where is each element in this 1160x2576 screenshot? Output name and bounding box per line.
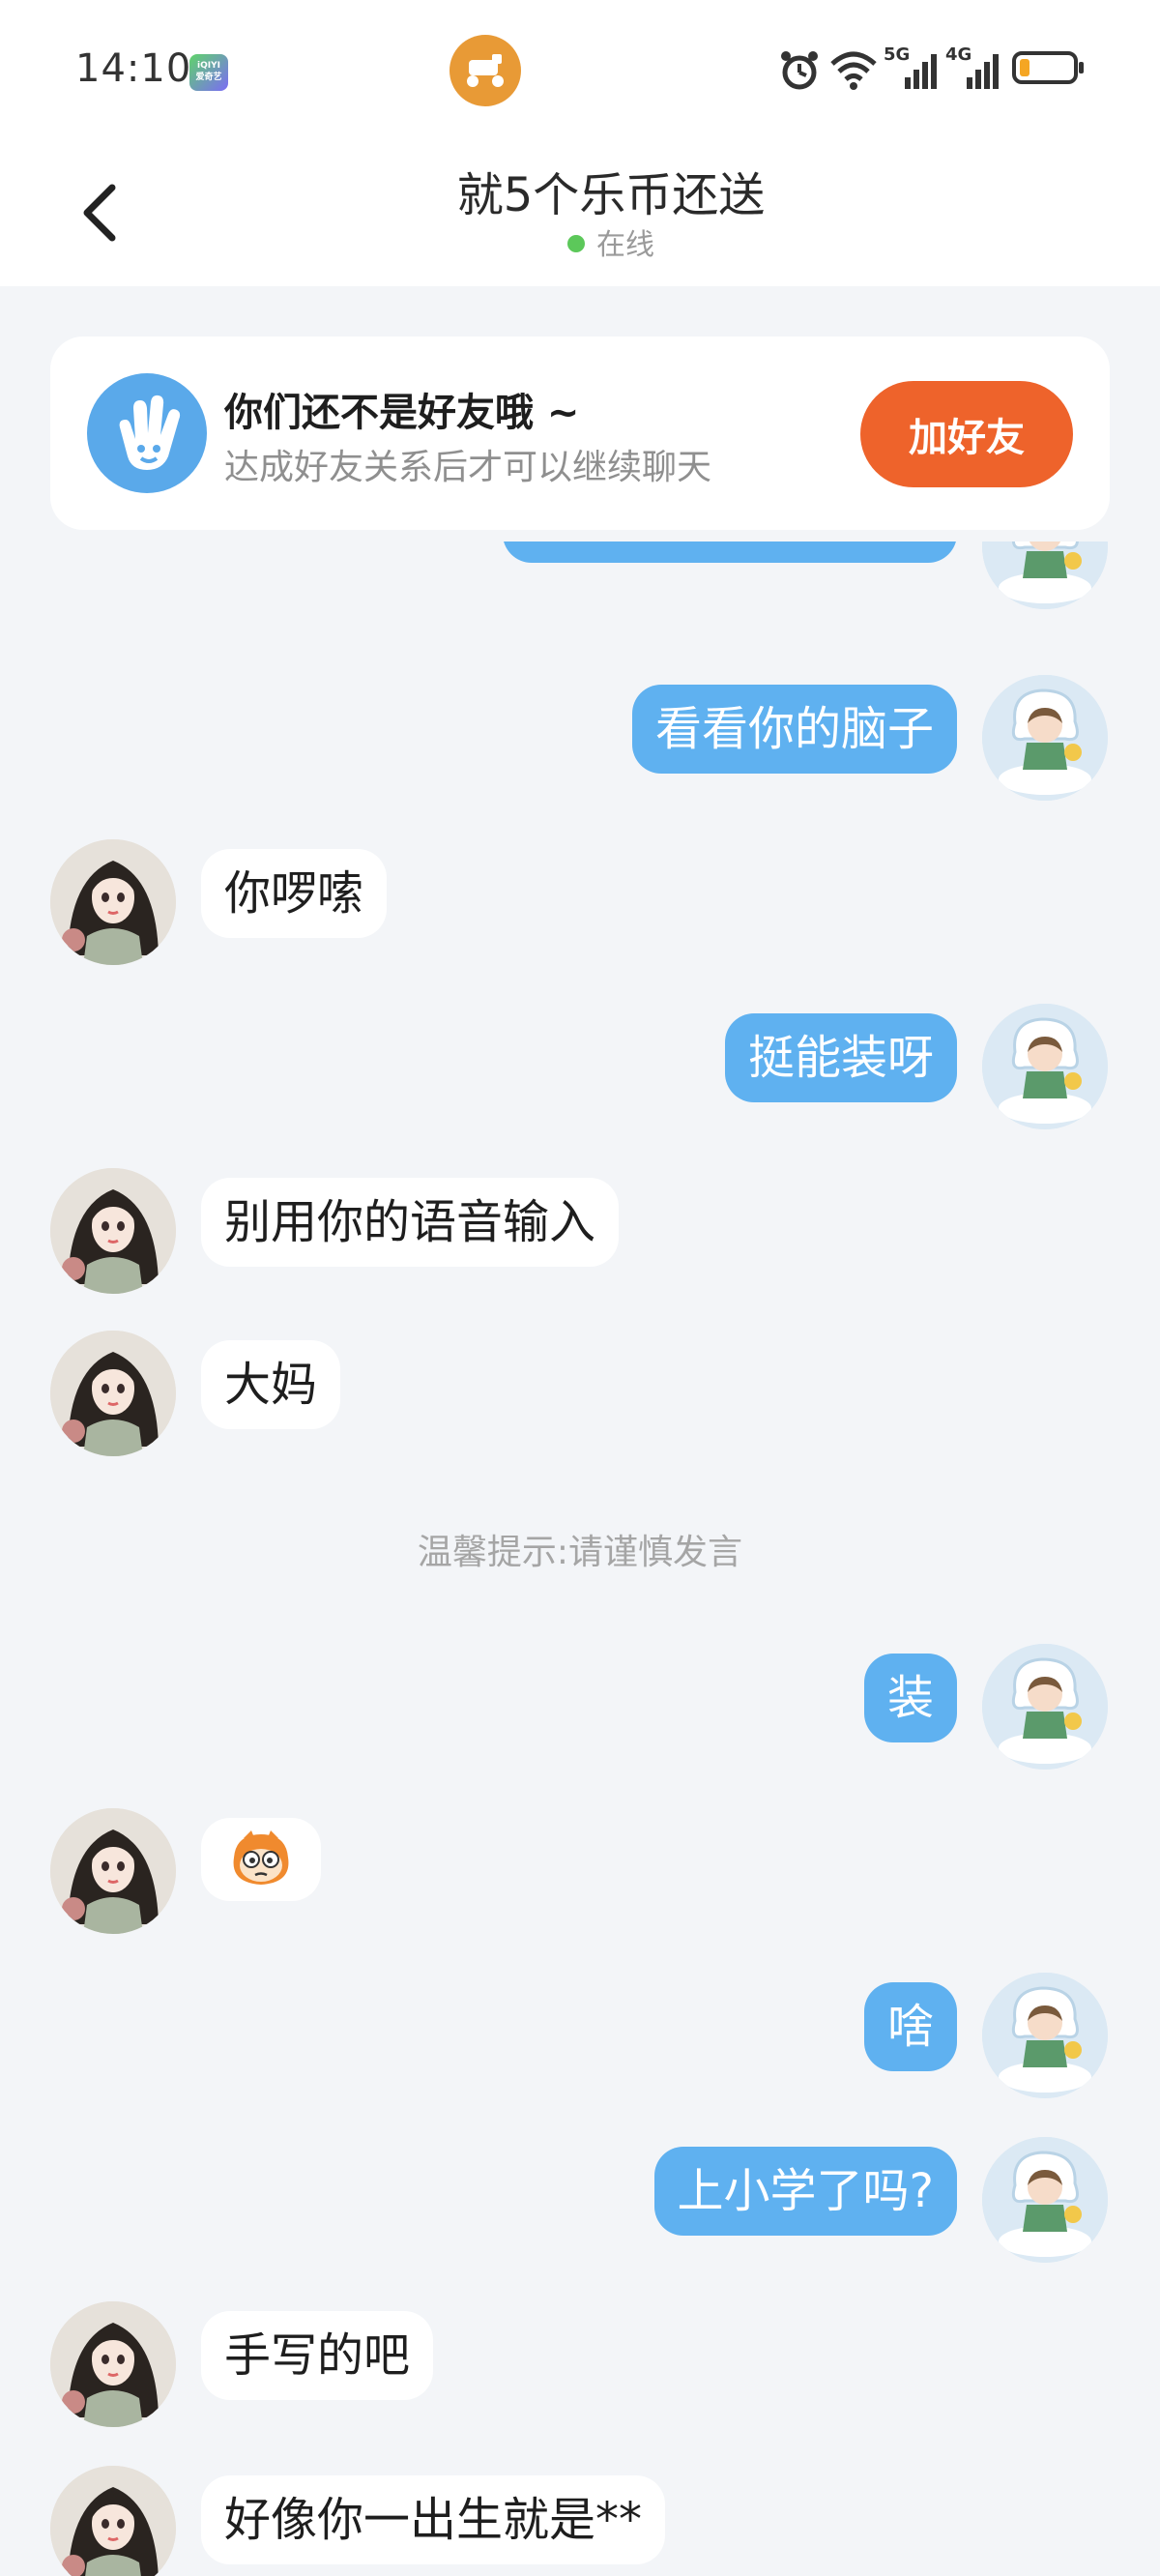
contact-avatar-image bbox=[50, 1168, 176, 1294]
notice-subtitle: 达成好友关系后才可以继续聊天 bbox=[224, 448, 712, 487]
online-status: 在线 bbox=[0, 220, 1160, 263]
message-bubble[interactable]: 挺能装呀 bbox=[724, 1013, 957, 1102]
my-avatar[interactable] bbox=[982, 2137, 1108, 2263]
message-text: 看看你的脑子 bbox=[654, 702, 934, 756]
contact-avatar-image bbox=[50, 839, 176, 965]
message-row bbox=[0, 1808, 1160, 1934]
message-bubble[interactable]: 你啰嗦 bbox=[201, 849, 388, 938]
online-dot-icon bbox=[567, 235, 585, 252]
add-friend-button[interactable]: 加好友 bbox=[860, 381, 1073, 487]
chat-header: 就5个乐币还送 在线 bbox=[0, 135, 1160, 286]
message-bubble-partial[interactable] bbox=[503, 542, 957, 563]
message-text: 挺能装呀 bbox=[747, 1031, 934, 1085]
my-avatar-image bbox=[982, 1973, 1108, 2098]
contact-avatar[interactable] bbox=[50, 1808, 176, 1934]
notice-title: 你们还不是好友哦 ~ bbox=[224, 391, 580, 435]
message-text: 装 bbox=[886, 1671, 934, 1725]
message-text: 上小学了吗? bbox=[677, 2164, 934, 2218]
contact-avatar-image bbox=[50, 2301, 176, 2427]
status-time: 14:10 bbox=[75, 46, 192, 91]
message-text: 好像你一出生就是** bbox=[224, 2493, 643, 2547]
message-row: 手写的吧 bbox=[0, 2301, 1160, 2427]
contact-avatar[interactable] bbox=[50, 2301, 176, 2427]
my-avatar-image bbox=[982, 1644, 1108, 1770]
scooter-icon bbox=[450, 35, 521, 106]
message-bubble[interactable] bbox=[201, 1818, 321, 1901]
my-avatar[interactable] bbox=[982, 1004, 1108, 1129]
contact-avatar-image bbox=[50, 1808, 176, 1934]
page-title: 就5个乐币还送 bbox=[456, 168, 766, 222]
my-avatar-image bbox=[982, 542, 1108, 609]
message-bubble[interactable]: 好像你一出生就是** bbox=[201, 2475, 666, 2564]
my-avatar[interactable] bbox=[982, 1644, 1108, 1770]
iqiyi-app-icon: iQIYI 爱奇艺 bbox=[189, 54, 228, 91]
message-row: 看看你的脑子 bbox=[0, 675, 1160, 801]
monkey-face-emoji bbox=[233, 1830, 289, 1885]
contact-avatar[interactable] bbox=[50, 2466, 176, 2576]
signal-5g-icon: 5G bbox=[884, 44, 942, 97]
message-text: 你啰嗦 bbox=[224, 866, 364, 921]
message-bubble[interactable]: 看看你的脑子 bbox=[631, 685, 957, 774]
battery-icon bbox=[1011, 48, 1085, 91]
message-row: 大妈 bbox=[0, 1331, 1160, 1456]
contact-avatar[interactable] bbox=[50, 1168, 176, 1294]
message-row: 啥 bbox=[0, 1973, 1160, 2098]
my-avatar[interactable] bbox=[982, 1973, 1108, 2098]
message-bubble[interactable]: 上小学了吗? bbox=[653, 2147, 957, 2236]
message-text: 啥 bbox=[886, 2000, 934, 2054]
message-row: 装 bbox=[0, 1644, 1160, 1770]
message-text: 手写的吧 bbox=[224, 2328, 411, 2383]
message-row: 上小学了吗? bbox=[0, 2137, 1160, 2263]
contact-avatar[interactable] bbox=[50, 1331, 176, 1456]
message-row: 别用你的语音输入 bbox=[0, 1168, 1160, 1294]
message-list[interactable]: 看看你的脑子 你啰嗦 挺能装呀 别用你的语音输入 大妈 装 啥 上小学了吗? 手… bbox=[0, 542, 1160, 2576]
waving-hand-icon bbox=[87, 373, 207, 493]
alarm-icon bbox=[779, 48, 820, 97]
contact-avatar[interactable] bbox=[50, 839, 176, 965]
monkey-face-emoji bbox=[226, 1829, 296, 1917]
message-bubble[interactable]: 啥 bbox=[863, 1982, 957, 2071]
my-avatar-image bbox=[982, 1004, 1108, 1129]
friend-notice-card: 你们还不是好友哦 ~ 达成好友关系后才可以继续聊天 加好友 bbox=[50, 337, 1110, 530]
message-row: 好像你一出生就是** bbox=[0, 2466, 1160, 2576]
wifi-icon bbox=[829, 48, 878, 95]
message-bubble[interactable]: 别用你的语音输入 bbox=[201, 1178, 620, 1267]
my-avatar[interactable] bbox=[982, 542, 1108, 609]
contact-avatar-image bbox=[50, 2466, 176, 2576]
my-avatar-image bbox=[982, 675, 1108, 801]
message-text: 大妈 bbox=[224, 1358, 318, 1412]
my-avatar-image bbox=[982, 2137, 1108, 2263]
message-text: 别用你的语音输入 bbox=[224, 1195, 596, 1249]
safety-tip: 温馨提示:请谨慎发言 bbox=[417, 1533, 743, 1572]
message-bubble[interactable]: 装 bbox=[863, 1654, 957, 1742]
message-bubble[interactable]: 手写的吧 bbox=[201, 2311, 434, 2400]
status-bar: 14:10 iQIYI 爱奇艺 5G 4G bbox=[0, 0, 1160, 135]
signal-4g-icon: 4G bbox=[945, 44, 1003, 97]
contact-avatar-image bbox=[50, 1331, 176, 1456]
message-bubble[interactable]: 大妈 bbox=[201, 1340, 341, 1429]
message-row: 你啰嗦 bbox=[0, 839, 1160, 965]
message-row: 挺能装呀 bbox=[0, 1004, 1160, 1129]
my-avatar[interactable] bbox=[982, 675, 1108, 801]
online-status-label: 在线 bbox=[596, 228, 654, 262]
